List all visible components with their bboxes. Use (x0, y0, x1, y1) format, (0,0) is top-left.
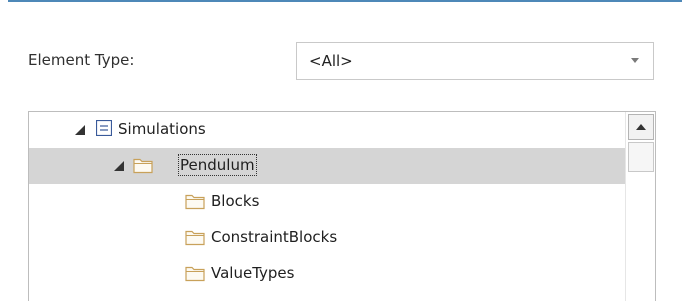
chevron-down-icon (631, 58, 639, 63)
expanded-triangle-icon[interactable] (114, 161, 124, 171)
tree-item-label: Blocks (211, 192, 260, 210)
folder-icon (185, 230, 205, 246)
tree-item-pendulum[interactable]: Pendulum (29, 148, 627, 184)
scroll-up-button[interactable] (628, 114, 654, 140)
expanded-triangle-icon[interactable] (75, 125, 85, 135)
tree-item-label: Simulations (118, 120, 206, 138)
tree-item-simulations[interactable]: Simulations (29, 112, 627, 148)
element-type-label: Element Type: (28, 51, 135, 69)
tree-item-label: Pendulum (178, 154, 257, 176)
element-tree[interactable]: Simulations Pendulum Blocks ConstraintBl… (28, 111, 656, 301)
element-type-dropdown[interactable]: <All> (296, 42, 654, 80)
tree-item-blocks[interactable]: Blocks (29, 184, 627, 220)
tree-item-constraintblocks[interactable]: ConstraintBlocks (29, 220, 627, 256)
package-icon (96, 120, 112, 136)
folder-icon (133, 158, 153, 174)
scroll-thumb[interactable] (628, 142, 654, 172)
dialog-top-border (8, 0, 682, 2)
folder-icon (185, 266, 205, 282)
tree-item-label: ConstraintBlocks (211, 228, 338, 246)
tree-item-valuetypes[interactable]: ValueTypes (29, 256, 627, 292)
vertical-scrollbar[interactable] (625, 112, 655, 301)
chevron-up-icon (636, 124, 646, 130)
folder-icon (185, 194, 205, 210)
element-type-value: <All> (309, 52, 353, 70)
element-browser-dialog: Element Type: <All> Simulations Pendulum (0, 0, 682, 301)
tree-item-label: ValueTypes (211, 264, 295, 282)
